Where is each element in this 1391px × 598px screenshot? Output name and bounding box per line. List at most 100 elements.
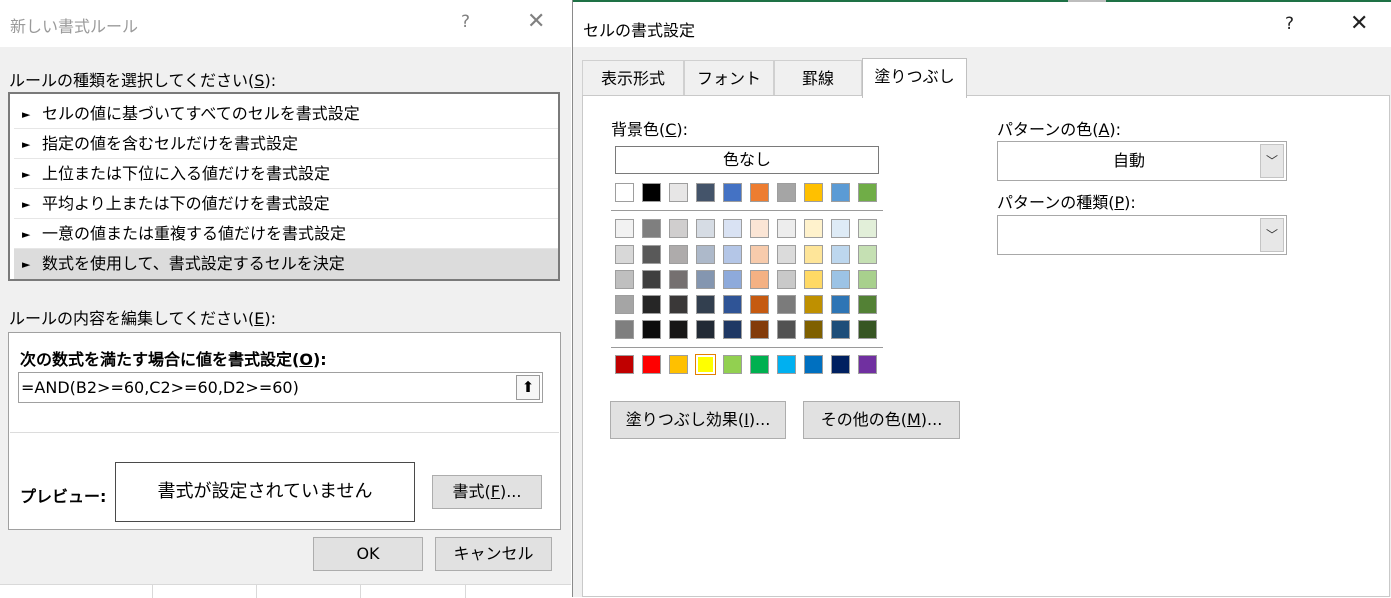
theme-tint-color-swatch[interactable] <box>696 295 715 314</box>
theme-color-swatch[interactable] <box>669 183 688 202</box>
theme-tint-color-swatch[interactable] <box>804 295 823 314</box>
theme-tint-color-swatch[interactable] <box>777 320 796 339</box>
theme-tint-color-swatch[interactable] <box>642 295 661 314</box>
fill-effects-button[interactable]: 塗りつぶし効果(I)... <box>610 401 786 439</box>
theme-tint-color-swatch[interactable] <box>723 270 742 289</box>
theme-tint-color-swatch[interactable] <box>858 320 877 339</box>
theme-tint-color-swatch[interactable] <box>615 295 634 314</box>
theme-tint-color-swatch[interactable] <box>750 270 769 289</box>
rule-type-item[interactable]: ► 平均より上または下の値だけを書式設定 <box>14 189 558 219</box>
theme-tint-color-swatch[interactable] <box>777 270 796 289</box>
theme-tint-color-swatch[interactable] <box>804 320 823 339</box>
theme-tint-color-swatch[interactable] <box>615 219 634 238</box>
theme-color-swatch[interactable] <box>615 183 634 202</box>
theme-tint-color-swatch[interactable] <box>750 320 769 339</box>
standard-color-swatch[interactable] <box>615 355 634 374</box>
standard-color-swatch[interactable] <box>831 355 850 374</box>
theme-color-swatch[interactable] <box>642 183 661 202</box>
theme-tint-color-swatch[interactable] <box>669 219 688 238</box>
theme-color-swatch[interactable] <box>777 183 796 202</box>
theme-tint-color-swatch[interactable] <box>669 320 688 339</box>
standard-color-swatch[interactable] <box>750 355 769 374</box>
standard-color-swatch[interactable] <box>777 355 796 374</box>
theme-tint-color-swatch[interactable] <box>777 219 796 238</box>
rule-type-item[interactable]: ► 指定の値を含むセルだけを書式設定 <box>14 129 558 159</box>
theme-tint-color-swatch[interactable] <box>669 270 688 289</box>
theme-tint-color-swatch[interactable] <box>615 270 634 289</box>
theme-color-swatch[interactable] <box>831 183 850 202</box>
more-colors-button[interactable]: その他の色(M)... <box>803 401 960 439</box>
theme-tint-color-swatch[interactable] <box>642 270 661 289</box>
theme-tint-color-swatch[interactable] <box>669 295 688 314</box>
chevron-down-icon[interactable]: ﹀ <box>1260 144 1284 178</box>
theme-tint-color-swatch[interactable] <box>696 270 715 289</box>
theme-tint-color-swatch[interactable] <box>804 219 823 238</box>
theme-tint-color-swatch[interactable] <box>669 245 688 264</box>
close-icon[interactable]: ✕ <box>1350 11 1368 36</box>
theme-tint-color-swatch[interactable] <box>615 320 634 339</box>
format-button[interactable]: 書式(F)... <box>432 475 542 509</box>
theme-tint-color-swatch[interactable] <box>858 219 877 238</box>
close-icon[interactable]: ✕ <box>527 9 545 34</box>
theme-tint-color-swatch[interactable] <box>723 219 742 238</box>
theme-tint-color-swatch[interactable] <box>642 245 661 264</box>
standard-color-swatch[interactable] <box>804 355 823 374</box>
theme-tint-color-swatch[interactable] <box>777 295 796 314</box>
help-icon[interactable]: ? <box>1285 14 1294 34</box>
theme-tint-color-swatch[interactable] <box>723 245 742 264</box>
theme-tint-color-swatch[interactable] <box>858 270 877 289</box>
theme-tint-color-swatch[interactable] <box>723 320 742 339</box>
chevron-down-icon[interactable]: ﹀ <box>1260 218 1284 252</box>
theme-color-swatch[interactable] <box>723 183 742 202</box>
help-icon[interactable]: ? <box>461 12 470 32</box>
rule-type-item[interactable]: ► 上位または下位に入る値だけを書式設定 <box>14 159 558 189</box>
theme-tint-color-swatch[interactable] <box>642 320 661 339</box>
theme-tint-color-swatch[interactable] <box>858 245 877 264</box>
tab-border[interactable]: 罫線 <box>774 60 862 96</box>
theme-tint-color-swatch[interactable] <box>750 295 769 314</box>
no-color-button[interactable]: 色なし <box>615 146 879 174</box>
theme-tint-color-swatch[interactable] <box>831 219 850 238</box>
theme-color-swatch[interactable] <box>696 183 715 202</box>
theme-tint-color-swatch[interactable] <box>696 245 715 264</box>
tab-fill[interactable]: 塗りつぶし <box>862 58 967 98</box>
theme-tint-color-swatch[interactable] <box>696 320 715 339</box>
theme-tint-color-swatch[interactable] <box>642 219 661 238</box>
theme-tint-color-swatch[interactable] <box>696 219 715 238</box>
theme-tint-color-swatch[interactable] <box>831 270 850 289</box>
rule-type-list[interactable]: ► セルの値に基づいてすべてのセルを書式設定 ► 指定の値を含むセルだけを書式設定 … <box>8 92 560 281</box>
rule-type-item[interactable]: ► 一意の値または重複する値だけを書式設定 <box>14 219 558 249</box>
theme-tint-color-swatch[interactable] <box>750 245 769 264</box>
standard-color-swatch[interactable] <box>642 355 661 374</box>
cancel-button[interactable]: キャンセル <box>435 537 552 571</box>
tab-number[interactable]: 表示形式 <box>582 60 684 96</box>
theme-tint-color-swatch[interactable] <box>831 320 850 339</box>
standard-color-swatch[interactable] <box>669 355 688 374</box>
standard-color-swatch[interactable] <box>858 355 877 374</box>
theme-tint-color-swatch[interactable] <box>858 295 877 314</box>
theme-color-swatch[interactable] <box>804 183 823 202</box>
divider <box>10 432 559 433</box>
rule-type-item[interactable]: ► セルの値に基づいてすべてのセルを書式設定 <box>14 99 558 129</box>
standard-color-swatch[interactable] <box>723 355 742 374</box>
theme-tint-color-swatch[interactable] <box>804 245 823 264</box>
tab-font[interactable]: フォント <box>684 60 774 96</box>
theme-tint-color-swatch[interactable] <box>804 270 823 289</box>
ok-button[interactable]: OK <box>313 537 423 571</box>
pattern-style-dropdown[interactable]: ﹀ <box>997 215 1287 255</box>
standard-color-swatch[interactable] <box>695 354 716 375</box>
theme-tint-color-swatch[interactable] <box>615 245 634 264</box>
palette-divider <box>611 347 883 348</box>
theme-tint-color-swatch[interactable] <box>831 245 850 264</box>
theme-tint-color-swatch[interactable] <box>777 245 796 264</box>
theme-tint-color-swatch[interactable] <box>723 295 742 314</box>
pattern-color-dropdown[interactable]: 自動 ﹀ <box>997 141 1287 181</box>
theme-tint-color-swatch[interactable] <box>750 219 769 238</box>
rule-type-item-selected[interactable]: ► 数式を使用して、書式設定するセルを決定 <box>14 249 558 279</box>
formula-input[interactable] <box>18 372 543 403</box>
theme-tint-color-swatch[interactable] <box>831 295 850 314</box>
theme-color-swatch[interactable] <box>858 183 877 202</box>
preview-box: 書式が設定されていません <box>115 462 415 522</box>
collapse-dialog-button[interactable]: ⬆ <box>516 375 540 400</box>
theme-color-swatch[interactable] <box>750 183 769 202</box>
